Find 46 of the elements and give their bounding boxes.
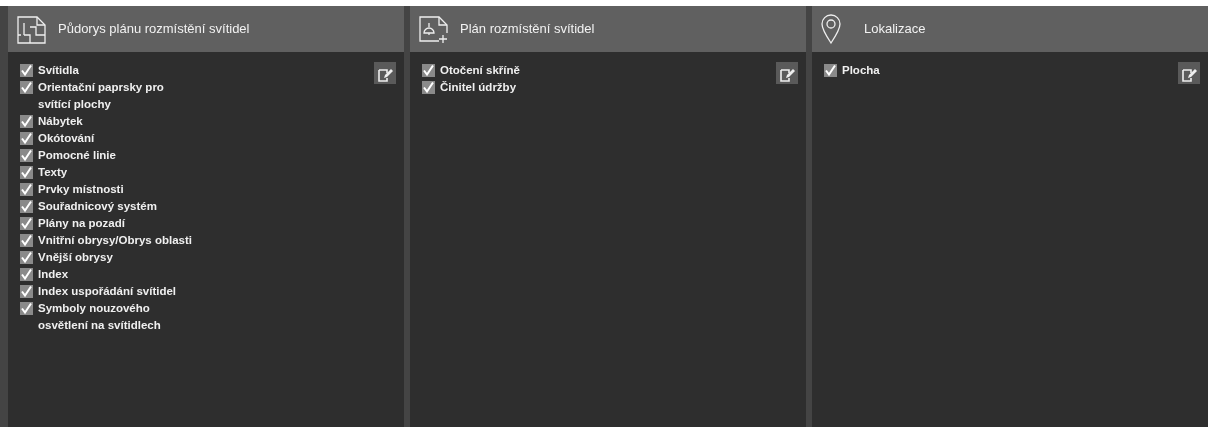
checkbox[interactable] (20, 200, 33, 213)
checkbox-label: Texty (38, 165, 68, 180)
edit-button[interactable] (776, 62, 798, 84)
checkbox[interactable] (422, 64, 435, 77)
edit-button[interactable] (374, 62, 396, 84)
checkbox-label: Vnější obrysy (38, 250, 113, 265)
checkbox[interactable] (824, 64, 837, 77)
location-pin-icon (820, 13, 842, 45)
checkbox-label: Index uspořádání svítidel (38, 284, 177, 299)
checkbox-label: Svítidla (38, 63, 79, 78)
checkbox[interactable] (20, 132, 33, 145)
checkbox[interactable] (20, 115, 33, 128)
edit-button[interactable] (1178, 62, 1200, 84)
panel-title: Lokalizace (864, 20, 926, 39)
edit-icon (1181, 66, 1197, 83)
edit-icon (377, 66, 393, 83)
checkbox[interactable] (20, 285, 33, 298)
checkbox[interactable] (20, 64, 33, 77)
checkbox[interactable] (422, 81, 435, 94)
checkbox-label: Pomocné linie (38, 148, 116, 163)
checkbox[interactable] (20, 217, 33, 230)
checkbox-label: Nábytek (38, 114, 83, 129)
checkbox-label: Souřadnicový systém (38, 199, 157, 214)
checkbox-label: Index (38, 267, 69, 282)
checkbox-label: Činitel údržby (440, 80, 517, 95)
checkbox[interactable] (20, 149, 33, 162)
checkbox-label: Vnitřní obrysy/Obrys oblasti (38, 233, 192, 248)
checkbox-label: Otočení skříně (440, 63, 520, 78)
checkbox[interactable] (20, 268, 33, 281)
checkbox[interactable] (20, 302, 33, 315)
panel-title: Plán rozmístění svítidel (460, 20, 595, 39)
checkbox-label: Okótování (38, 131, 95, 146)
checkbox[interactable] (20, 81, 33, 94)
checkbox-label: Orientační paprsky pro svítící plochy (38, 80, 164, 112)
checkbox[interactable] (20, 234, 33, 247)
panel-title: Půdorys plánu rozmístění svítidel (58, 20, 250, 39)
checkbox-label: Prvky místnosti (38, 182, 124, 197)
checkbox[interactable] (20, 183, 33, 196)
edit-icon (779, 66, 795, 83)
lamp-plan-icon (418, 13, 450, 45)
checkbox-label: Plocha (842, 63, 880, 78)
checkbox-label: Symboly nouzového osvětlení na svítidlech (38, 301, 161, 333)
checkbox[interactable] (20, 166, 33, 179)
checkbox-label: Plány na pozadí (38, 216, 125, 231)
checkbox[interactable] (20, 251, 33, 264)
floor-plan-icon (16, 13, 48, 45)
